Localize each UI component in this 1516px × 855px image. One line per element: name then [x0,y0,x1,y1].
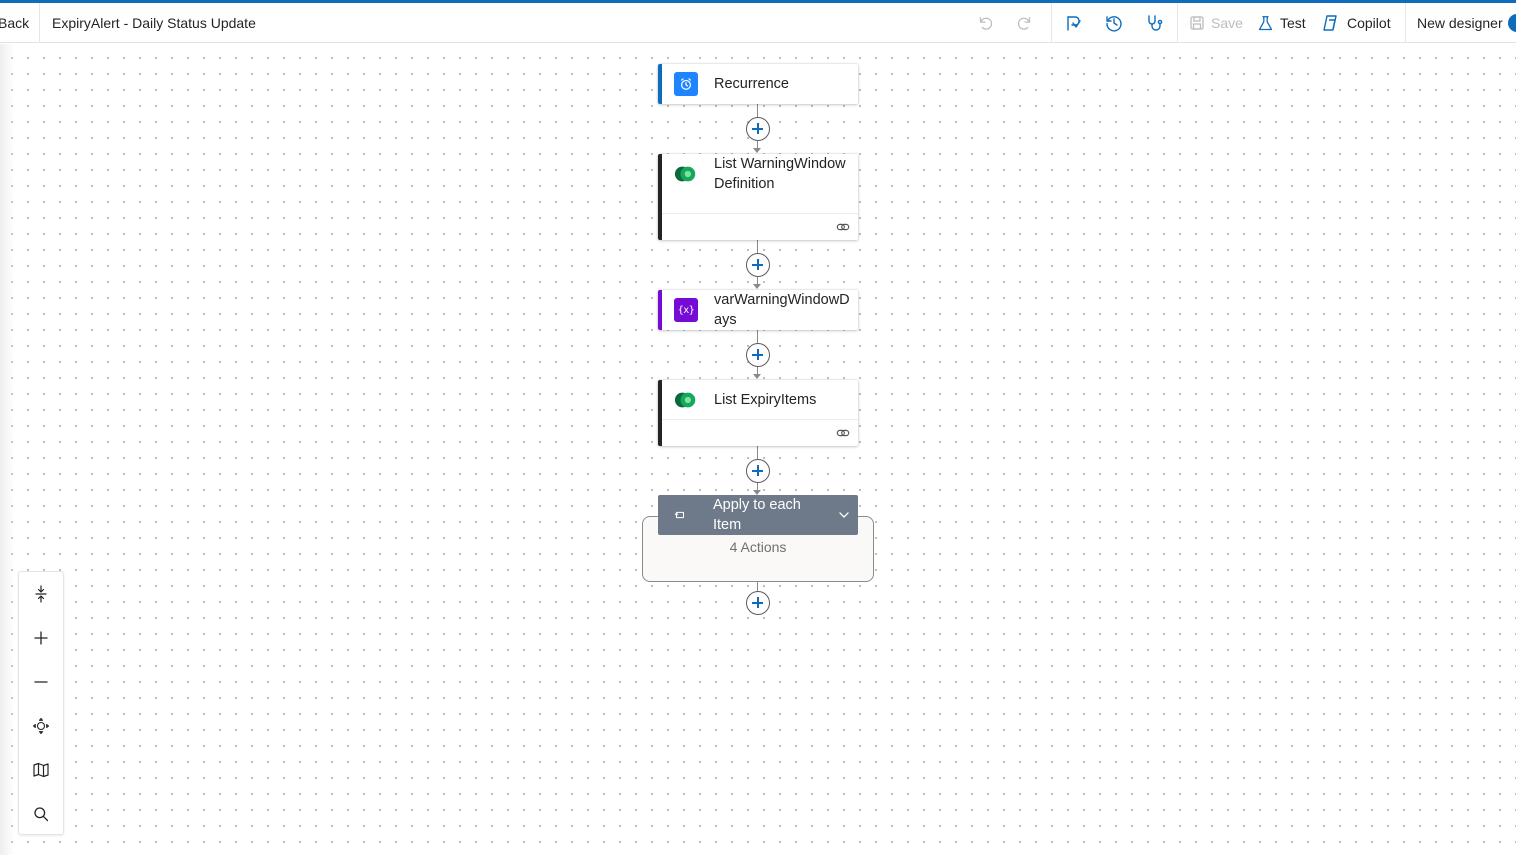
connector-arrow [753,374,761,379]
flow-step-list-expiryitems[interactable]: List ExpiryItems [658,380,858,446]
stethoscope-icon [1148,15,1163,31]
redo-button[interactable] [1016,11,1034,35]
header-divider [1051,3,1052,43]
flow-step-recurrence[interactable]: Recurrence [658,64,858,104]
search-icon [34,807,49,822]
connection-link-icon [836,429,850,437]
copilot-icon [1323,15,1337,31]
fit-height-button[interactable] [19,572,63,616]
fit-view-button[interactable] [19,704,63,748]
flow-step-list-warningwindowdefinition[interactable]: List WarningWindowDefinition [658,154,858,240]
version-history-button[interactable] [1104,11,1124,35]
loop-icon [674,511,685,519]
header-divider [39,3,40,43]
actions-count: 4 Actions [729,539,787,555]
copilot-button[interactable]: Copilot [1321,11,1391,35]
insert-step-button[interactable] [746,591,770,615]
test-label: Test [1280,15,1306,31]
step-title: Apply to each Item [713,497,801,533]
search-button[interactable] [19,792,63,836]
step-title: List WarningWindowDefinition [714,156,846,192]
flow-step-varwarningwindowdays[interactable]: {x} varWarningWindowDays [658,290,858,330]
undo-icon [979,16,993,30]
insert-step-button[interactable] [746,253,770,277]
canvas-controls [18,571,64,835]
step-title: varWarningWindowDays [714,292,850,328]
fit-height-icon [35,585,47,603]
step-footer [662,213,858,240]
new-designer-toggle[interactable] [1508,14,1516,32]
header-divider [1405,3,1406,43]
insert-step-button[interactable] [746,343,770,367]
back-button[interactable]: Back [0,15,29,31]
connection-link-icon [836,223,850,231]
fit-view-icon [32,717,50,735]
minimap-icon [33,762,49,778]
step-title: List ExpiryItems [714,392,817,408]
redo-icon [1017,16,1031,30]
chevron-down-icon[interactable] [838,510,850,520]
header-divider [1177,3,1178,43]
flow-checker-icon [1067,16,1081,31]
apply-to-each-header[interactable]: Apply to each Item [658,495,858,535]
undo-button[interactable] [976,11,994,35]
minimap-button[interactable] [19,748,63,792]
insert-step-button[interactable] [746,459,770,483]
flow-checker-button[interactable] [1064,11,1084,35]
new-designer-label: New designer [1417,15,1503,31]
step-footer [662,419,858,446]
dataverse-icon [674,388,698,412]
canvas-edge-shade [0,44,14,855]
connector-arrow [753,284,761,289]
test-button[interactable]: Test [1257,11,1306,35]
connector-arrow [753,148,761,153]
variable-icon: {x} [674,298,698,322]
save-label: Save [1211,15,1243,31]
step-accent-bar [658,64,662,104]
zoom-in-icon [34,631,48,645]
version-history-icon [1106,16,1122,32]
flow-test-health-button[interactable] [1144,11,1164,35]
zoom-in-button[interactable] [19,616,63,660]
step-title: Recurrence [714,76,789,92]
flask-icon [1258,15,1273,30]
zoom-out-button[interactable] [19,660,63,704]
alarm-clock-icon [674,72,698,96]
zoom-out-icon [34,681,48,683]
flow-title: ExpiryAlert - Daily Status Update [52,15,256,31]
step-accent-bar [658,290,662,330]
save-button[interactable]: Save [1189,11,1243,35]
copilot-label: Copilot [1347,15,1391,31]
insert-step-button[interactable] [746,117,770,141]
dataverse-icon [674,162,698,186]
save-icon [1190,16,1204,30]
designer-header: Back ExpiryAlert - Daily Status Update S… [0,3,1516,43]
